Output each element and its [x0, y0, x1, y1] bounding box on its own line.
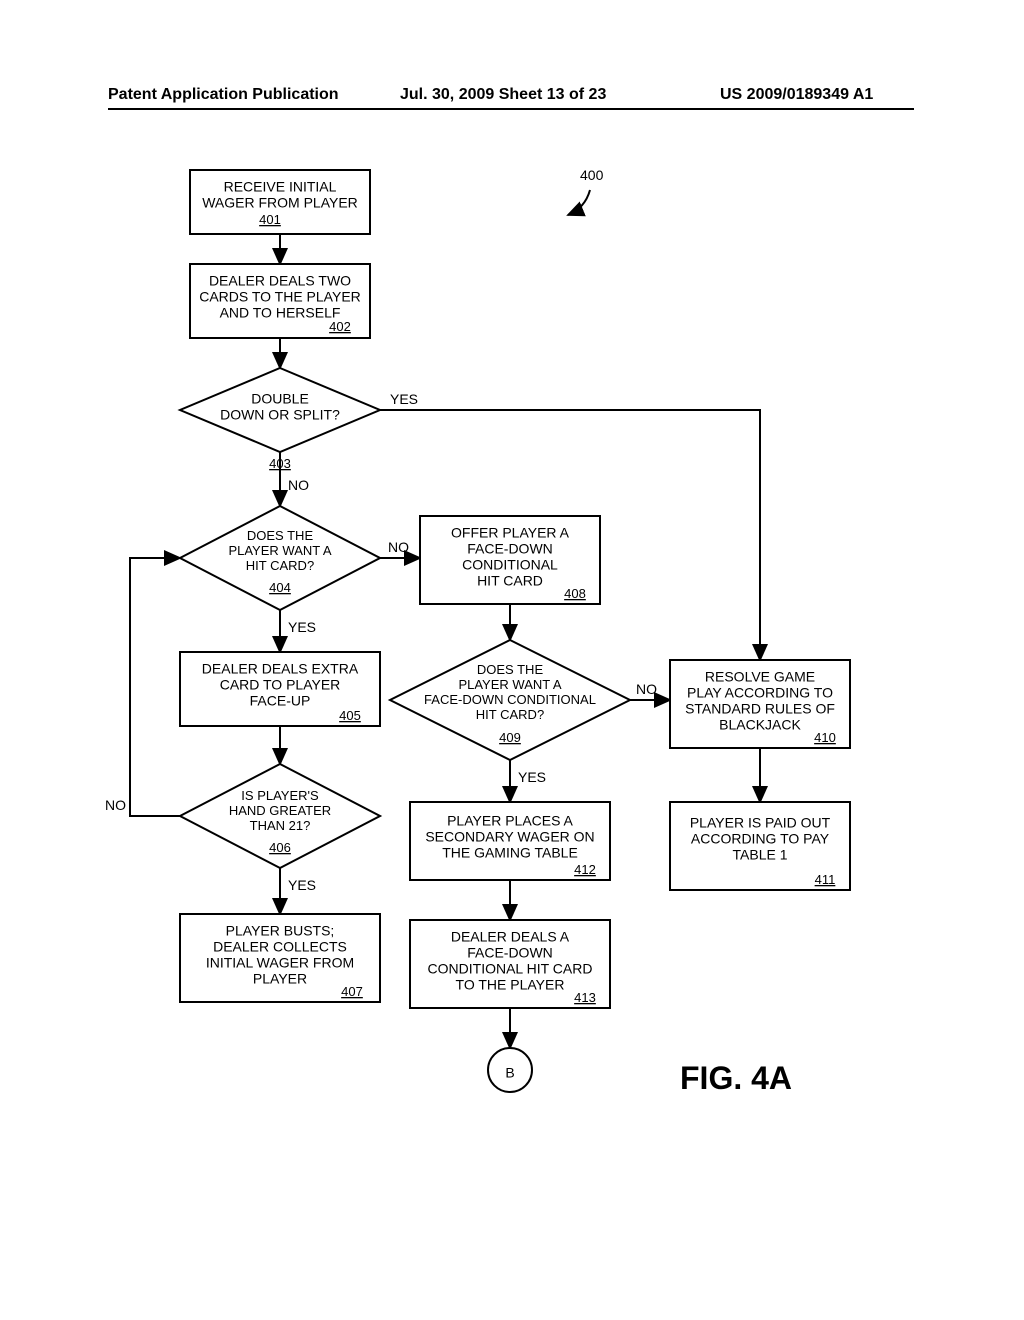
node-405: DEALER DEALS EXTRA CARD TO PLAYER FACE-U… — [180, 652, 380, 726]
svg-text:PLAYER PLACES A: PLAYER PLACES A — [447, 813, 573, 829]
svg-text:DOES THE: DOES THE — [247, 528, 314, 543]
svg-text:THE GAMING TABLE: THE GAMING TABLE — [442, 845, 578, 861]
svg-text:FACE-DOWN CONDITIONAL: FACE-DOWN CONDITIONAL — [424, 692, 596, 707]
node-413: DEALER DEALS A FACE-DOWN CONDITIONAL HIT… — [410, 920, 610, 1008]
svg-text:405: 405 — [339, 708, 361, 723]
node-406: IS PLAYER'S HAND GREATER THAN 21? 406 — [180, 764, 380, 868]
node-404: DOES THE PLAYER WANT A HIT CARD? 404 — [180, 506, 380, 610]
svg-text:PLAY ACCORDING TO: PLAY ACCORDING TO — [687, 685, 833, 701]
svg-text:407: 407 — [341, 984, 363, 999]
svg-text:CONDITIONAL HIT CARD: CONDITIONAL HIT CARD — [428, 961, 593, 977]
node-412: PLAYER PLACES A SECONDARY WAGER ON THE G… — [410, 802, 610, 880]
svg-text:THAN 21?: THAN 21? — [250, 818, 311, 833]
svg-text:FACE-UP: FACE-UP — [250, 693, 311, 709]
svg-text:CONDITIONAL: CONDITIONAL — [462, 557, 558, 573]
svg-text:TABLE 1: TABLE 1 — [733, 847, 788, 863]
svg-text:AND TO HERSELF: AND TO HERSELF — [220, 305, 341, 321]
svg-text:HIT CARD: HIT CARD — [477, 573, 543, 589]
svg-text:PLAYER IS PAID OUT: PLAYER IS PAID OUT — [690, 815, 831, 831]
svg-text:PLAYER: PLAYER — [253, 971, 307, 987]
svg-text:IS PLAYER'S: IS PLAYER'S — [241, 788, 319, 803]
flowchart-svg: 400 RECEIVE INITIAL WAGER FROM PLAYER 40… — [90, 160, 930, 1220]
svg-text:FACE-DOWN: FACE-DOWN — [467, 945, 553, 961]
node-409: DOES THE PLAYER WANT A FACE-DOWN CONDITI… — [390, 640, 630, 760]
svg-text:FACE-DOWN: FACE-DOWN — [467, 541, 553, 557]
label-409-no: NO — [636, 681, 657, 697]
svg-text:404: 404 — [269, 580, 291, 595]
svg-text:SECONDARY WAGER ON: SECONDARY WAGER ON — [425, 829, 594, 845]
svg-text:412: 412 — [574, 862, 596, 877]
svg-text:DOWN OR SPLIT?: DOWN OR SPLIT? — [220, 407, 340, 423]
svg-text:PLAYER WANT A: PLAYER WANT A — [228, 543, 331, 558]
node-408: OFFER PLAYER A FACE-DOWN CONDITIONAL HIT… — [420, 516, 600, 604]
svg-text:PLAYER WANT A: PLAYER WANT A — [458, 677, 561, 692]
label-403-no: NO — [288, 477, 309, 493]
label-406-no: NO — [105, 797, 126, 813]
svg-text:DEALER COLLECTS: DEALER COLLECTS — [213, 939, 347, 955]
ref-arrow — [568, 190, 590, 215]
svg-text:411: 411 — [815, 872, 836, 887]
svg-text:DEALER DEALS EXTRA: DEALER DEALS EXTRA — [202, 661, 359, 677]
svg-text:TO THE PLAYER: TO THE PLAYER — [456, 977, 565, 993]
label-404-no: NO — [388, 539, 409, 555]
svg-text:RESOLVE GAME: RESOLVE GAME — [705, 669, 815, 685]
svg-text:INITIAL WAGER FROM: INITIAL WAGER FROM — [206, 955, 354, 971]
node-402: DEALER DEALS TWO CARDS TO THE PLAYER AND… — [190, 264, 370, 338]
svg-text:401: 401 — [259, 212, 281, 227]
svg-text:HIT CARD?: HIT CARD? — [246, 558, 314, 573]
svg-text:402: 402 — [329, 319, 351, 334]
svg-text:HAND GREATER: HAND GREATER — [229, 803, 331, 818]
node-401: RECEIVE INITIAL WAGER FROM PLAYER 401 — [190, 170, 370, 234]
label-404-yes: YES — [288, 619, 316, 635]
svg-text:DEALER DEALS A: DEALER DEALS A — [451, 929, 570, 945]
svg-text:413: 413 — [574, 990, 596, 1005]
node-411: PLAYER IS PAID OUT ACCORDING TO PAY TABL… — [670, 802, 850, 890]
header-right: US 2009/0189349 A1 — [720, 86, 873, 104]
connector-b: B — [488, 1048, 532, 1092]
svg-text:B: B — [505, 1065, 514, 1081]
svg-text:BLACKJACK: BLACKJACK — [719, 717, 801, 733]
header-center: Jul. 30, 2009 Sheet 13 of 23 — [400, 86, 606, 104]
svg-text:WAGER FROM PLAYER: WAGER FROM PLAYER — [202, 195, 358, 211]
svg-text:OFFER PLAYER A: OFFER PLAYER A — [451, 525, 570, 541]
figure-label: FIG. 4A — [680, 1060, 792, 1097]
svg-text:RECEIVE INITIAL: RECEIVE INITIAL — [224, 179, 337, 195]
node-410: RESOLVE GAME PLAY ACCORDING TO STANDARD … — [670, 660, 850, 748]
label-409-yes: YES — [518, 769, 546, 785]
arrow-406-404 — [130, 558, 180, 816]
label-403-yes: YES — [390, 391, 418, 407]
svg-text:CARD TO PLAYER: CARD TO PLAYER — [220, 677, 341, 693]
svg-text:DOUBLE: DOUBLE — [251, 391, 309, 407]
svg-text:409: 409 — [499, 730, 521, 745]
svg-text:HIT CARD?: HIT CARD? — [476, 707, 544, 722]
svg-text:406: 406 — [269, 840, 291, 855]
svg-text:408: 408 — [564, 586, 586, 601]
svg-text:PLAYER BUSTS;: PLAYER BUSTS; — [226, 923, 335, 939]
header-rule — [108, 108, 914, 110]
svg-text:DEALER DEALS TWO: DEALER DEALS TWO — [209, 273, 351, 289]
svg-text:410: 410 — [814, 730, 836, 745]
header-left: Patent Application Publication — [108, 86, 339, 104]
svg-text:DOES THE: DOES THE — [477, 662, 544, 677]
patent-page: Patent Application Publication Jul. 30, … — [0, 0, 1024, 1320]
svg-text:CARDS TO THE PLAYER: CARDS TO THE PLAYER — [199, 289, 361, 305]
node-407: PLAYER BUSTS; DEALER COLLECTS INITIAL WA… — [180, 914, 380, 1002]
svg-text:ACCORDING TO PAY: ACCORDING TO PAY — [691, 831, 830, 847]
svg-text:STANDARD RULES OF: STANDARD RULES OF — [685, 701, 835, 717]
label-406-yes: YES — [288, 877, 316, 893]
ref-400: 400 — [580, 167, 604, 183]
